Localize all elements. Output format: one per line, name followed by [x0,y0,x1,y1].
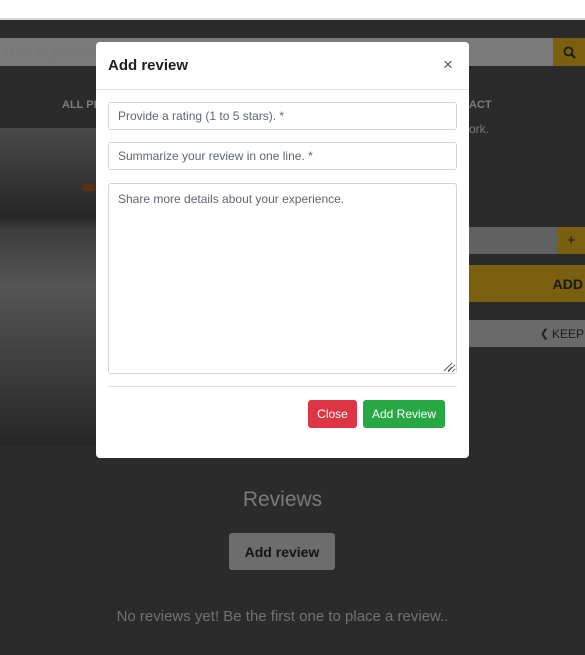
add-review-button[interactable]: Add review [229,533,335,570]
summary-field[interactable] [108,142,457,170]
quantity-field[interactable] [469,227,557,254]
search-button[interactable] [553,38,585,66]
product-image [0,128,96,446]
submit-review-button[interactable]: Add Review [363,400,445,428]
reviews-title: Reviews [242,488,323,511]
keep-shopping-button[interactable]: ❮ KEEP [469,320,585,347]
close-button[interactable]: Close [308,400,357,428]
work-text: ork. [469,122,490,136]
nav-contact[interactable]: ACT [469,99,492,111]
no-reviews-text: No reviews yet! Be the first one to plac… [116,608,449,625]
product-image-accent [82,184,96,191]
browser-top-bar [0,0,585,20]
modal-footer-divider [108,386,457,387]
chevron-left-icon: ❮ [539,328,549,340]
modal-header: Add review × [96,42,469,90]
close-icon[interactable]: × [443,55,453,75]
search-icon [563,46,576,59]
add-review-modal: Add review × Close Add Review [96,42,469,458]
rating-field[interactable] [108,102,457,130]
modal-title: Add review [108,57,189,74]
resize-handle-icon[interactable] [441,360,453,372]
quantity-increase-button[interactable]: + [557,227,585,254]
add-to-cart-button[interactable]: ADD [469,265,585,302]
keep-shopping-label: KEEP [551,326,584,341]
details-textarea[interactable] [108,183,457,374]
